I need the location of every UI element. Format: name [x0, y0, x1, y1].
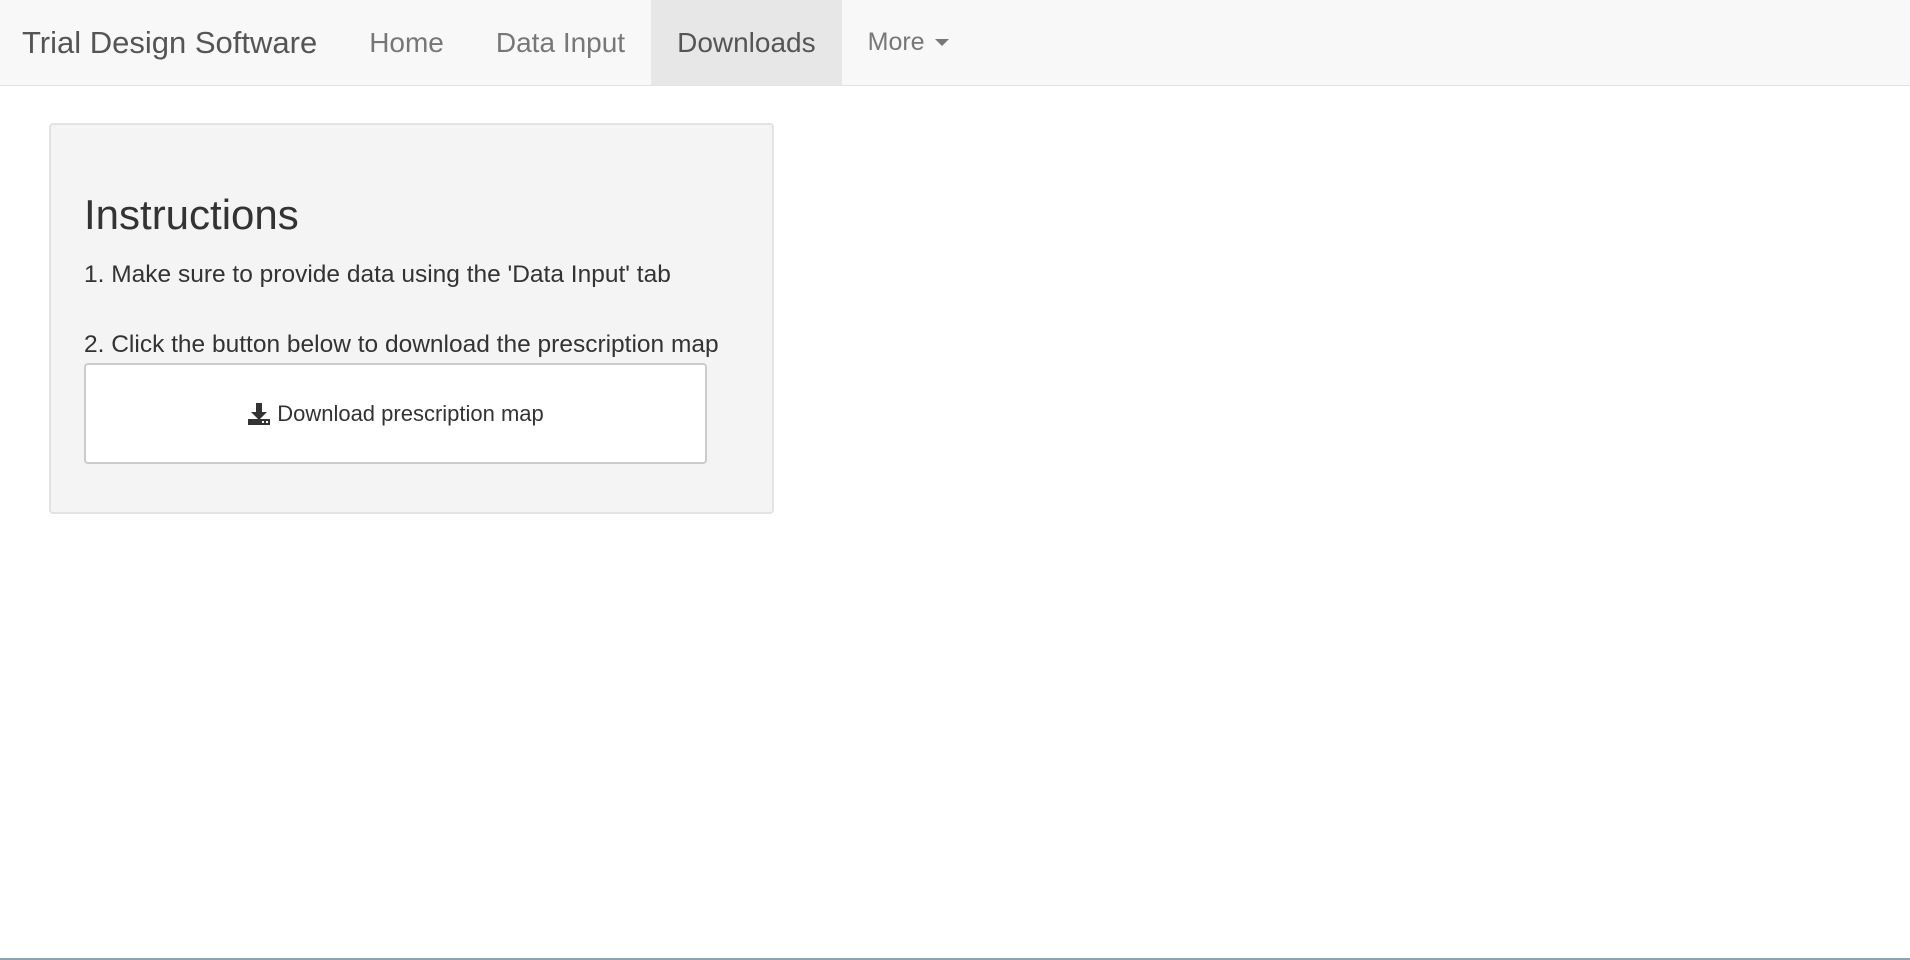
tab-more-dropdown[interactable]: More	[842, 0, 975, 85]
navbar: Trial Design Software Home Data Input Do…	[0, 0, 1910, 86]
panel-title: Instructions	[84, 191, 299, 238]
instruction-step-2: 2. Click the button below to download th…	[84, 331, 719, 358]
download-icon	[248, 402, 271, 425]
tab-data-input[interactable]: Data Input	[470, 0, 651, 85]
tab-downloads[interactable]: Downloads	[651, 0, 842, 85]
tab-home[interactable]: Home	[343, 0, 470, 85]
app-brand[interactable]: Trial Design Software	[0, 0, 343, 85]
instructions-panel: Instructions 1. Make sure to provide dat…	[49, 123, 774, 514]
tab-more-label: More	[867, 28, 925, 56]
caret-down-icon	[934, 39, 949, 46]
instruction-step-1: 1. Make sure to provide data using the '…	[84, 261, 671, 288]
download-prescription-map-button[interactable]: Download prescription map	[84, 363, 707, 464]
download-button-label: Download prescription map	[277, 400, 544, 426]
